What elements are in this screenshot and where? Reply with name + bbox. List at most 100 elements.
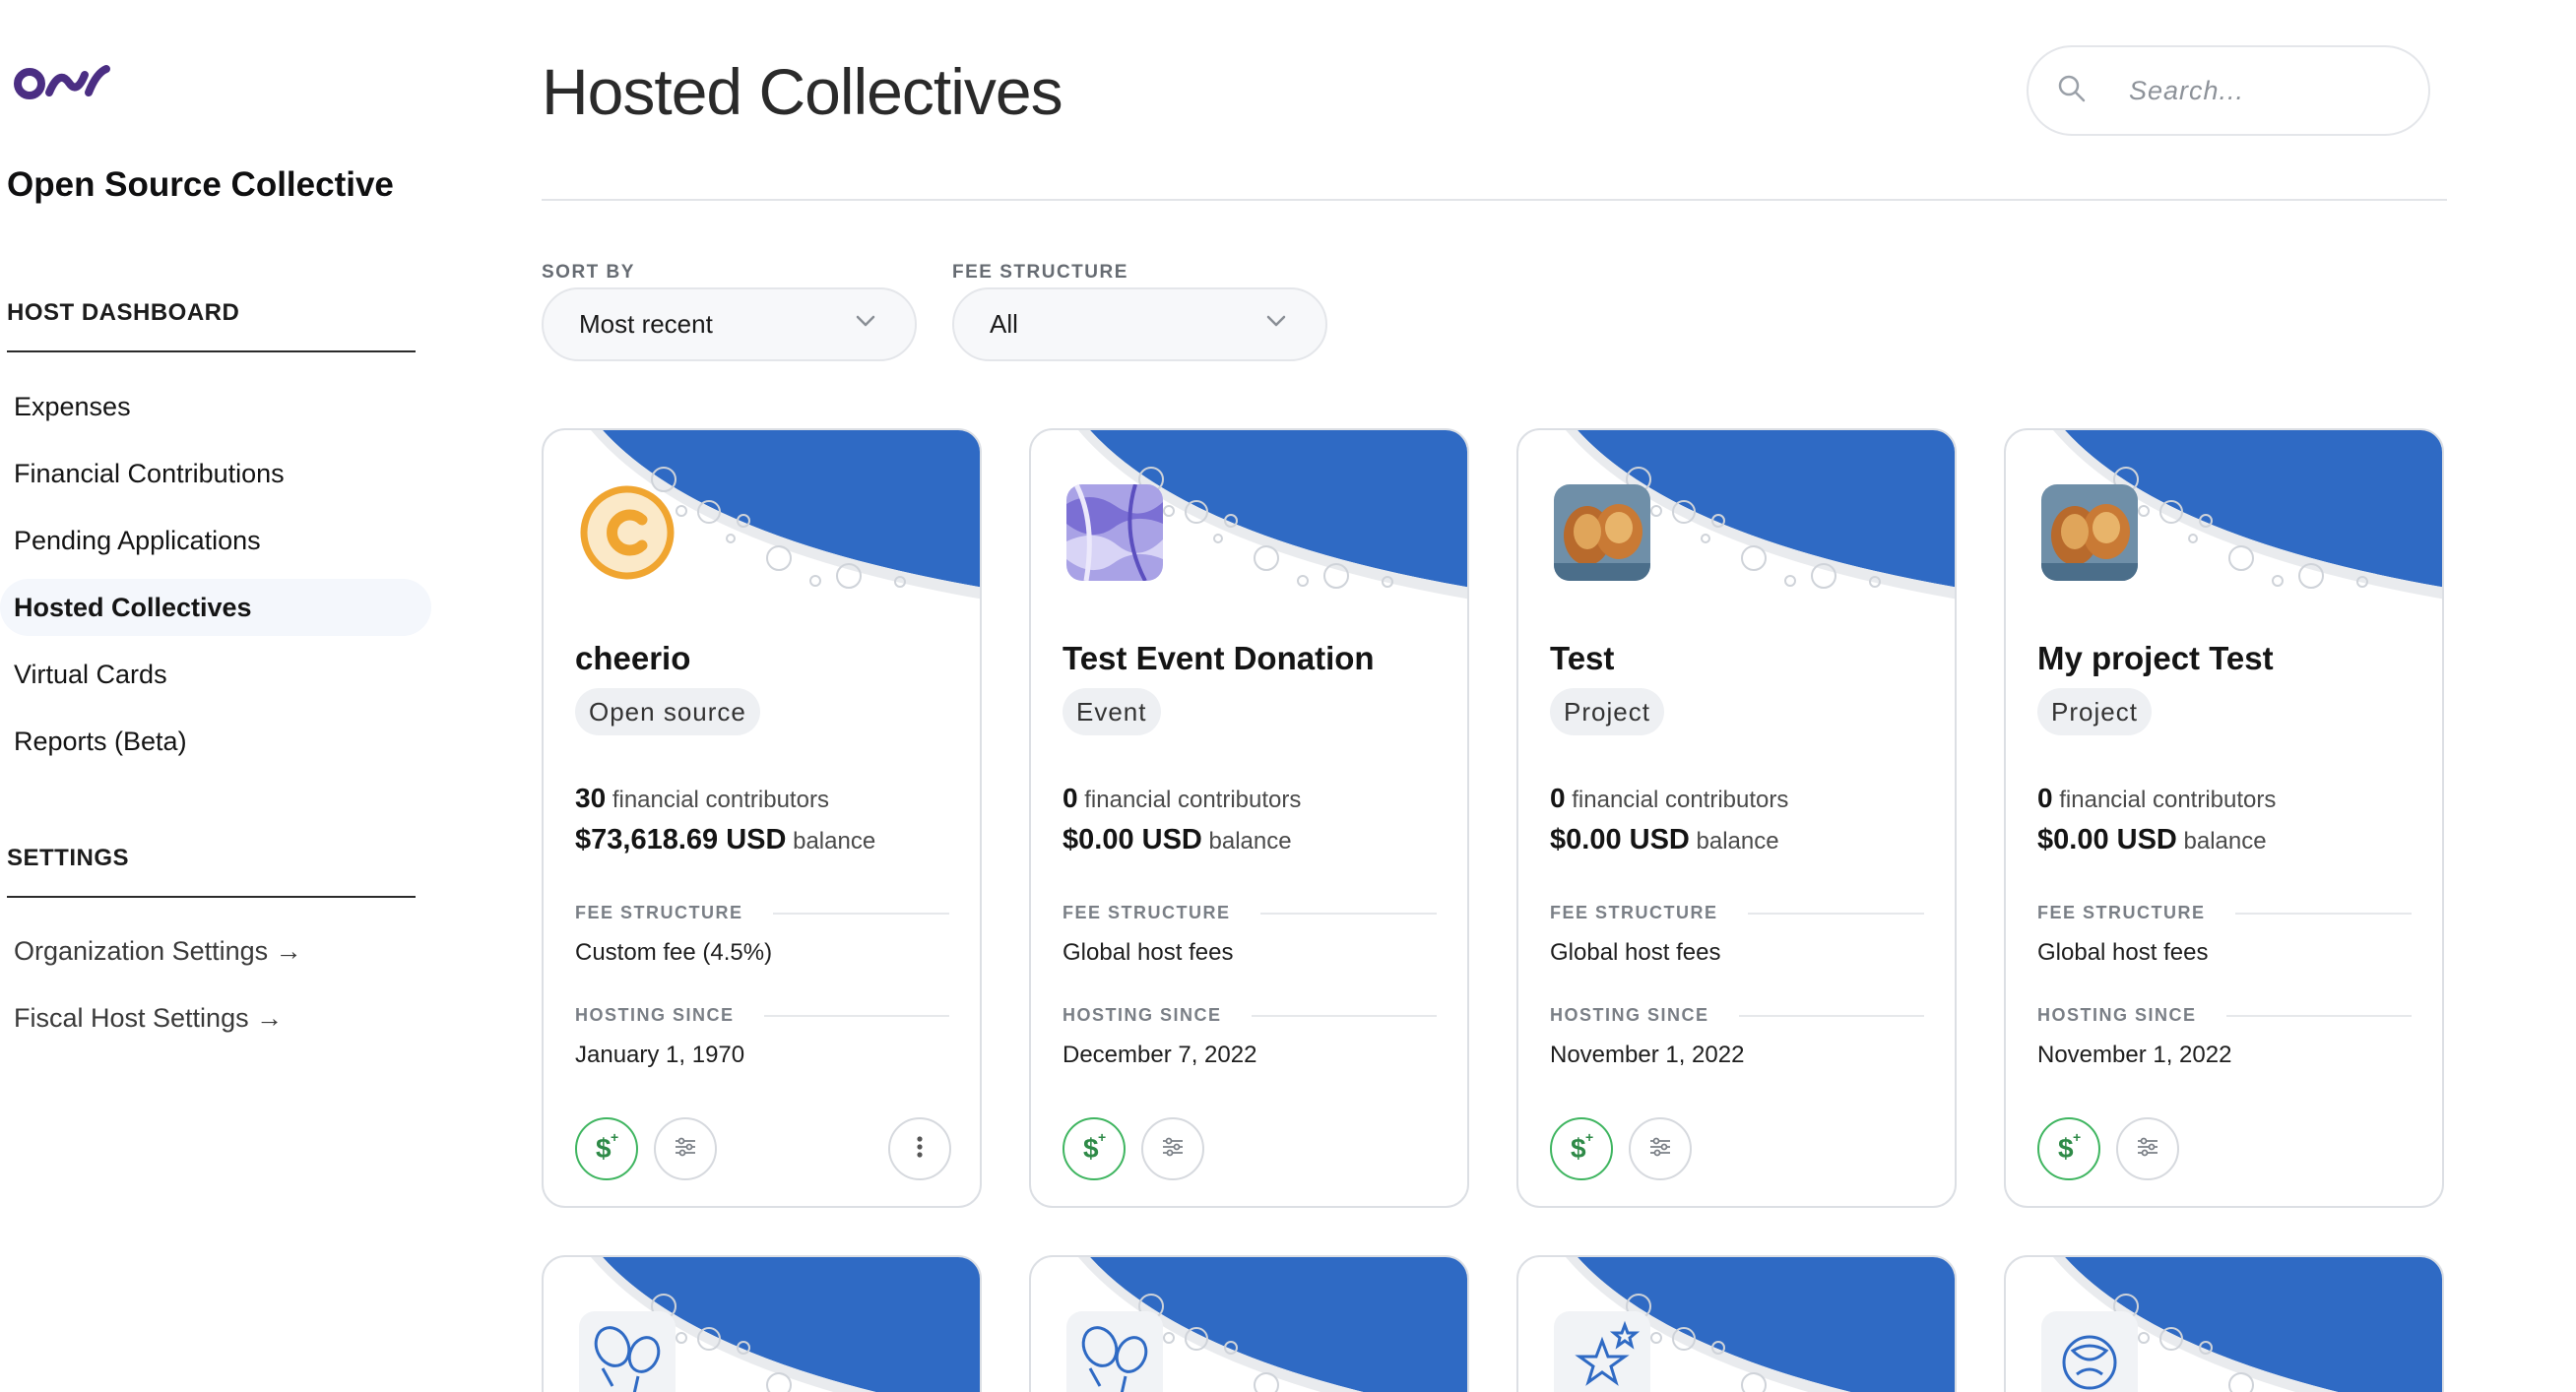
search-input[interactable] bbox=[2129, 75, 2385, 106]
letter-c-icon bbox=[579, 484, 676, 581]
balance-stat: $0.00 USD balance bbox=[2037, 824, 2267, 856]
collective-name[interactable]: cheerio bbox=[575, 640, 690, 677]
fee-structure-value: All bbox=[990, 309, 1018, 339]
sliders-icon bbox=[1156, 1130, 1190, 1169]
add-funds-button[interactable]: $ + bbox=[1550, 1117, 1613, 1180]
svg-text:+: + bbox=[611, 1130, 618, 1145]
fee-structure-value: Global host fees bbox=[1063, 939, 1234, 966]
marble-image-icon bbox=[1066, 484, 1163, 581]
add-funds-button[interactable]: $ + bbox=[1063, 1117, 1126, 1180]
food-image-icon bbox=[2041, 484, 2138, 581]
chevron-down-icon bbox=[852, 307, 879, 342]
sort-by-select[interactable]: Most recent bbox=[542, 287, 917, 361]
sidebar-item-financial-contributions[interactable]: Financial Contributions bbox=[0, 445, 431, 502]
settings-button[interactable] bbox=[1629, 1117, 1692, 1180]
sidebar-item-virtual-cards[interactable]: Virtual Cards bbox=[0, 646, 431, 703]
contributors-count: 0 bbox=[2037, 783, 2053, 813]
host-dashboard-heading: HOST DASHBOARD bbox=[7, 299, 240, 326]
balance-amount: $73,618.69 USD bbox=[575, 824, 787, 855]
fee-structure-filter-label: FEE STRUCTURE bbox=[952, 262, 1128, 283]
contributors-label: financial contributors bbox=[2059, 787, 2277, 813]
balance-amount: $0.00 USD bbox=[2037, 824, 2177, 855]
contributors-label: financial contributors bbox=[612, 787, 829, 813]
settings-heading: SETTINGS bbox=[7, 845, 130, 871]
sidebar-item-expenses[interactable]: Expenses bbox=[0, 378, 431, 435]
page-title: Hosted Collectives bbox=[542, 55, 1063, 128]
organization-name: Open Source Collective bbox=[7, 165, 394, 204]
balance-stat: $0.00 USD balance bbox=[1550, 824, 1779, 856]
sidebar-item-pending-applications[interactable]: Pending Applications bbox=[0, 512, 431, 569]
sort-by-label: SORT BY bbox=[542, 262, 635, 283]
osc-logo[interactable] bbox=[12, 59, 112, 108]
sliders-icon bbox=[2131, 1130, 2164, 1169]
collective-type-badge: Open source bbox=[575, 688, 760, 735]
collective-card[interactable] bbox=[1029, 1255, 1469, 1392]
balance-amount: $0.00 USD bbox=[1550, 824, 1690, 855]
balance-label: balance bbox=[793, 828, 876, 854]
collective-card[interactable]: My project Test Project 0 financial cont… bbox=[2004, 428, 2444, 1208]
fee-structure-label: FEE STRUCTURE bbox=[575, 903, 949, 923]
collective-card[interactable] bbox=[542, 1255, 982, 1392]
svg-text:+: + bbox=[1585, 1130, 1593, 1145]
hosting-since-label: HOSTING SINCE bbox=[575, 1005, 949, 1026]
settings-button[interactable] bbox=[654, 1117, 717, 1180]
sort-by-value: Most recent bbox=[579, 309, 713, 339]
hosting-since-label: HOSTING SINCE bbox=[1063, 1005, 1437, 1026]
collective-card[interactable]: Test Event Donation Event 0 financial co… bbox=[1029, 428, 1469, 1208]
search-icon bbox=[2056, 73, 2088, 109]
svg-text:$: $ bbox=[2058, 1133, 2074, 1164]
collective-card[interactable]: Test Project 0 financial contributors $0… bbox=[1516, 428, 1957, 1208]
lightbulbs-icon bbox=[1066, 1311, 1163, 1392]
contributors-label: financial contributors bbox=[1572, 787, 1789, 813]
dollar-plus-icon: $ + bbox=[1565, 1129, 1598, 1169]
stars-icon bbox=[1554, 1311, 1650, 1392]
add-funds-button[interactable]: $ + bbox=[2037, 1117, 2100, 1180]
contributors-stat: 30 financial contributors bbox=[575, 783, 829, 814]
sliders-icon bbox=[669, 1130, 702, 1169]
settings-button[interactable] bbox=[1141, 1117, 1204, 1180]
dollar-plus-icon: $ + bbox=[2052, 1129, 2086, 1169]
settings-divider bbox=[7, 896, 416, 898]
dollar-plus-icon: $ + bbox=[1077, 1129, 1111, 1169]
add-funds-button[interactable]: $ + bbox=[575, 1117, 638, 1180]
collective-card[interactable] bbox=[2004, 1255, 2444, 1392]
fee-structure-label: FEE STRUCTURE bbox=[1063, 903, 1437, 923]
sidebar-item-fiscal-host-settings[interactable]: Fiscal Host Settings → bbox=[0, 989, 431, 1046]
contributors-stat: 0 financial contributors bbox=[1550, 783, 1788, 814]
contributors-stat: 0 financial contributors bbox=[2037, 783, 2276, 814]
balance-stat: $0.00 USD balance bbox=[1063, 824, 1292, 856]
collective-type-badge: Project bbox=[2037, 688, 2152, 735]
contributors-count: 0 bbox=[1550, 783, 1566, 813]
balance-stat: $73,618.69 USD balance bbox=[575, 824, 875, 856]
host-dashboard-divider bbox=[7, 350, 416, 352]
leaves-icon bbox=[2041, 1311, 2138, 1392]
settings-button[interactable] bbox=[2116, 1117, 2179, 1180]
fee-structure-value: Custom fee (4.5%) bbox=[575, 939, 773, 966]
svg-text:+: + bbox=[2073, 1130, 2081, 1145]
lightbulbs-icon bbox=[579, 1311, 676, 1392]
vertical-dots-icon bbox=[903, 1130, 936, 1169]
fee-structure-label: FEE STRUCTURE bbox=[1550, 903, 1924, 923]
fee-structure-value: Global host fees bbox=[1550, 939, 1721, 966]
sidebar-item-organization-settings[interactable]: Organization Settings → bbox=[0, 922, 431, 980]
sidebar-item-reports[interactable]: Reports (Beta) bbox=[0, 713, 431, 770]
header-divider bbox=[542, 199, 2447, 201]
collective-name[interactable]: My project Test bbox=[2037, 640, 2274, 677]
food-image-icon bbox=[1554, 484, 1650, 581]
collective-name[interactable]: Test bbox=[1550, 640, 1614, 677]
sidebar-item-hosted-collectives[interactable]: Hosted Collectives bbox=[0, 579, 431, 636]
collective-name[interactable]: Test Event Donation bbox=[1063, 640, 1375, 677]
collective-card[interactable] bbox=[1516, 1255, 1957, 1392]
sliders-icon bbox=[1643, 1130, 1677, 1169]
collective-card[interactable]: cheerio Open source 30 financial contrib… bbox=[542, 428, 982, 1208]
balance-label: balance bbox=[1208, 828, 1292, 854]
hosting-since-value: November 1, 2022 bbox=[1550, 1042, 1745, 1068]
search-box[interactable] bbox=[2027, 45, 2430, 136]
collective-type-badge: Project bbox=[1550, 688, 1664, 735]
chevron-down-icon bbox=[1262, 307, 1290, 342]
svg-text:$: $ bbox=[596, 1133, 612, 1164]
more-options-button[interactable] bbox=[888, 1117, 951, 1180]
fee-structure-select[interactable]: All bbox=[952, 287, 1327, 361]
svg-text:$: $ bbox=[1571, 1133, 1586, 1164]
contributors-count: 30 bbox=[575, 783, 607, 813]
